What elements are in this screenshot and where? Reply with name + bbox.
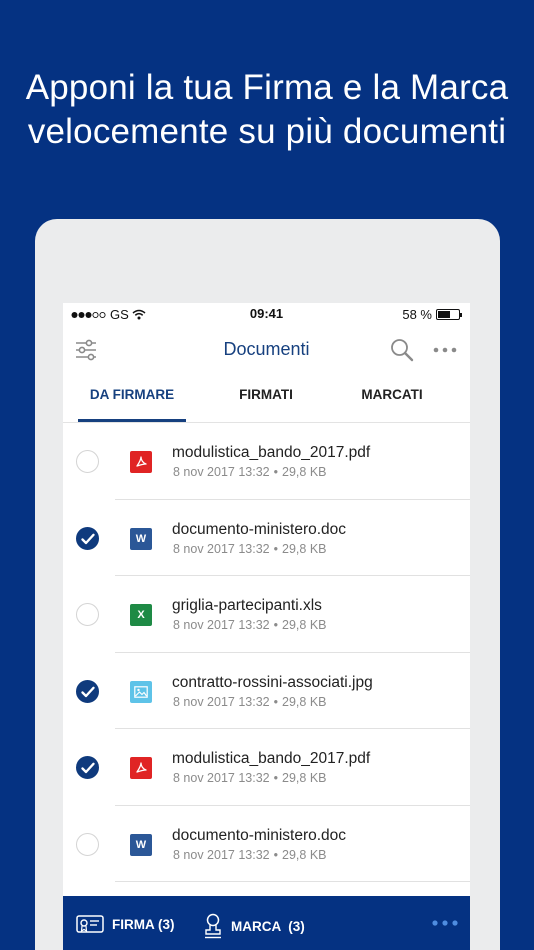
file-size: 29,8 KB: [282, 847, 327, 862]
file-list: modulistica_bando_2017.pdf 8 nov 2017 13:…: [63, 423, 470, 882]
checkmark-icon: [81, 533, 95, 544]
search-icon[interactable]: [389, 337, 415, 363]
file-name: griglia-partecipanti.xls: [172, 597, 322, 614]
doc-glyph: W: [135, 532, 147, 545]
file-meta: 8 nov 2017 13:32 • 29,8 KB: [173, 465, 327, 479]
file-meta: 8 nov 2017 13:32 • 29,8 KB: [173, 618, 327, 632]
file-size: 29,8 KB: [282, 771, 327, 785]
navigation-bar: Documenti: [63, 325, 470, 375]
pdf-file-icon: [130, 451, 152, 473]
tab-da-firmare[interactable]: DA FIRMARE: [78, 375, 186, 423]
headline-line-2: velocemente su più documenti: [27, 112, 507, 151]
file-name: modulistica_bando_2017.pdf: [172, 750, 371, 767]
checkbox-checked[interactable]: [76, 679, 99, 703]
battery-icon: [436, 309, 462, 320]
file-row[interactable]: modulistica_bando_2017.pdf 8 nov 2017 13:…: [63, 729, 470, 806]
bottom-action-bar: FIRMA (3) MARCA (3): [63, 896, 470, 950]
doc-file-icon: W: [130, 527, 152, 550]
file-date: 8 nov 2017 13:32: [173, 618, 270, 632]
checkmark-icon: [81, 686, 95, 697]
battery-level: [438, 311, 450, 318]
meta-separator: •: [273, 465, 279, 479]
stamp-icon: [205, 913, 221, 939]
checkbox-unchecked[interactable]: [76, 603, 99, 626]
doc-glyph: W: [135, 838, 147, 851]
jpg-file-icon: [130, 680, 152, 703]
file-date: 8 nov 2017 13:32: [173, 541, 270, 556]
file-size: 29,8 KB: [282, 541, 327, 556]
file-size: 29,8 KB: [282, 465, 327, 479]
file-name: documento-ministero.doc: [172, 826, 347, 844]
marca-button[interactable]: MARCA (3): [203, 913, 305, 939]
headline-line-1: Apponi la tua Firma e la Marca: [25, 68, 509, 107]
file-row[interactable]: modulistica_bando_2017.pdf 8 nov 2017 13:…: [63, 423, 470, 500]
file-meta: 8 nov 2017 13:32 • 29,8 KB: [173, 695, 327, 709]
file-row[interactable]: Wdocumento-ministero.doc 8 nov 2017 13:32…: [63, 500, 470, 576]
file-size: 29,8 KB: [282, 618, 327, 632]
meta-separator: •: [273, 694, 279, 709]
file-date: 8 nov 2017 13:32: [173, 465, 270, 479]
file-meta: 8 nov 2017 13:32 • 29,8 KB: [173, 771, 327, 785]
xls-file-icon: X: [130, 604, 152, 626]
headline: Apponi la tua Firma e la Marca velocemen…: [0, 66, 534, 154]
battery-percent: 58 %: [402, 307, 432, 322]
marca-label: MARCA (3): [231, 918, 305, 934]
checkbox-checked[interactable]: [76, 526, 99, 550]
meta-separator: •: [273, 618, 279, 632]
checkbox-checked[interactable]: [76, 756, 99, 779]
more-actions-icon[interactable]: [432, 920, 458, 926]
more-horizontal-icon[interactable]: [431, 337, 459, 363]
tab-marcati[interactable]: MARCATI: [339, 375, 445, 423]
file-name: contratto-rossini-associati.jpg: [172, 673, 373, 691]
firma-button[interactable]: FIRMA (3): [76, 913, 175, 935]
file-name: documento-ministero.doc: [172, 520, 347, 538]
file-row[interactable]: Wdocumento-ministero.doc 8 nov 2017 13:32…: [63, 806, 470, 882]
file-date: 8 nov 2017 13:32: [173, 771, 270, 785]
tab-bar: DA FIRMARE FIRMATI MARCATI: [63, 375, 470, 423]
file-size: 29,8 KB: [282, 694, 327, 709]
app-screen: GS 09:41 58 % Documenti DA FIRMARE FIRMA…: [63, 303, 470, 950]
file-meta: 8 nov 2017 13:32 • 29,8 KB: [173, 848, 327, 862]
pdf-file-icon: [130, 757, 152, 779]
certificate-icon: [76, 915, 104, 933]
checkmark-icon: [81, 762, 95, 774]
file-name: modulistica_bando_2017.pdf: [172, 444, 371, 461]
xls-glyph: X: [137, 609, 145, 621]
file-date: 8 nov 2017 13:32: [173, 694, 270, 709]
file-date: 8 nov 2017 13:32: [173, 847, 270, 862]
status-bar: GS 09:41 58 %: [63, 303, 470, 325]
active-tab-indicator: [78, 419, 186, 422]
file-row[interactable]: Xgriglia-partecipanti.xls 8 nov 2017 13:3…: [63, 576, 470, 653]
doc-file-icon: W: [130, 833, 152, 856]
checkbox-unchecked[interactable]: [76, 450, 99, 473]
meta-separator: •: [273, 541, 279, 556]
meta-separator: •: [273, 847, 279, 862]
checkbox-unchecked[interactable]: [76, 832, 99, 856]
firma-label: FIRMA (3): [112, 916, 175, 932]
row-divider: [115, 881, 470, 882]
tab-firmati[interactable]: FIRMATI: [213, 375, 319, 423]
status-right: 58 %: [402, 307, 462, 322]
file-row[interactable]: contratto-rossini-associati.jpg 8 nov 201…: [63, 653, 470, 729]
file-meta: 8 nov 2017 13:32 • 29,8 KB: [173, 542, 327, 556]
meta-separator: •: [273, 771, 279, 785]
